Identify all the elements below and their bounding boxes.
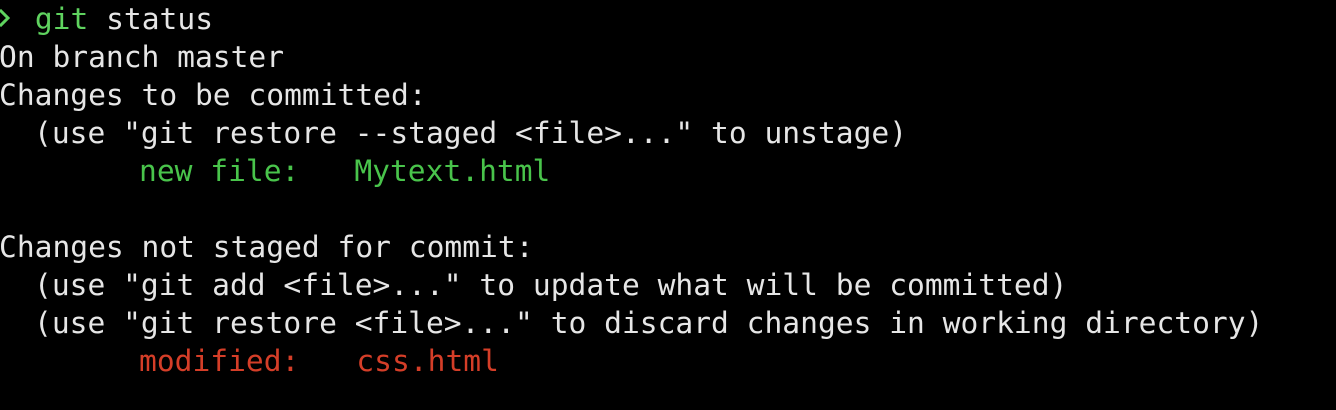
staged-hint: (use "git restore --staged <file>..." to…: [34, 116, 908, 150]
chevron-right-icon: [0, 0, 17, 38]
staged-file-name: Mytext.html: [354, 154, 551, 188]
prompt-line: git status: [0, 0, 1336, 38]
unstaged-hint-restore: (use "git restore <file>..." to discard …: [34, 306, 1264, 340]
command-args: status: [106, 2, 214, 36]
unstaged-file-name: css.html: [356, 344, 499, 378]
command-name: git: [34, 2, 89, 36]
branch-line: On branch master: [0, 40, 285, 74]
terminal-window[interactable]: git status On branch master Changes to b…: [0, 0, 1336, 410]
unstaged-header: Changes not staged for commit:: [0, 230, 534, 264]
staged-file-status: new file:: [139, 154, 300, 188]
unstaged-file-status: modified:: [139, 344, 300, 378]
unstaged-file-row: modified: css.html: [0, 342, 1336, 380]
unstaged-hint-add: (use "git add <file>..." to update what …: [34, 268, 1068, 302]
staged-header: Changes to be committed:: [0, 78, 427, 112]
staged-file-row: new file: Mytext.html: [0, 152, 1336, 190]
